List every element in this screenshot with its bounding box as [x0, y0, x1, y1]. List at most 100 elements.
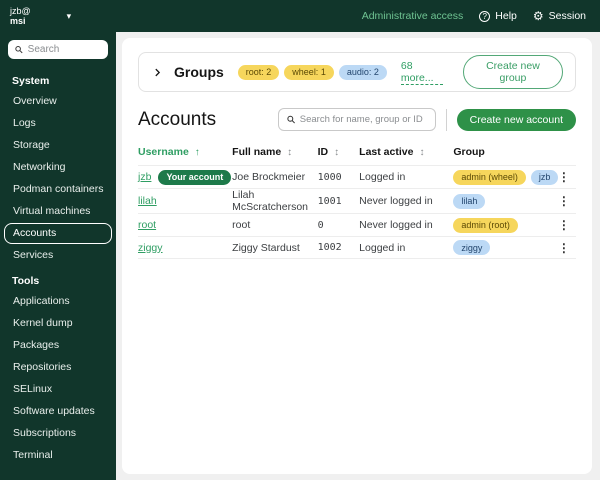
id-cell: 1001	[317, 195, 342, 207]
sort-icon: ↕	[419, 146, 425, 158]
gear-icon: ⚙	[532, 9, 544, 23]
masthead-actions: Administrative access ? Help ⚙ Session	[362, 10, 600, 22]
accounts-toolbar: Accounts Create new account	[138, 108, 576, 131]
group-badge-wheel-1: wheel: 1	[284, 64, 334, 80]
groups-expand-button[interactable]	[151, 65, 164, 80]
accounts-table-header: Username ↑ Full name ↕ ID ↕ Last active …	[138, 141, 576, 165]
column-label: Full name	[232, 146, 282, 158]
masthead: jzb@ msi ▾ Administrative access ? Help …	[0, 0, 600, 32]
column-header-full-name[interactable]: Full name ↕	[232, 146, 317, 158]
session-label: Session	[548, 10, 586, 22]
table-row-root: root root 0 Never logged in admin (root) ⋮	[138, 213, 576, 236]
sidebar-item-accounts[interactable]: Accounts	[4, 223, 112, 244]
username-link-lilah[interactable]: lilah	[138, 195, 157, 207]
sort-icon: ↕	[287, 146, 293, 158]
column-header-id[interactable]: ID ↕	[318, 146, 360, 158]
username-cell: ziggy	[138, 242, 232, 254]
sidebar-item-podman-containers[interactable]: Podman containers	[4, 179, 112, 200]
group-badge-root-2: root: 2	[237, 64, 280, 80]
help-label: Help	[495, 10, 517, 22]
accounts-table: Username ↑ Full name ↕ ID ↕ Last active …	[138, 141, 576, 259]
sidebar-item-services[interactable]: Services	[4, 245, 112, 266]
last-active-cell: Never logged in	[359, 219, 433, 231]
column-header-group: Group	[453, 146, 552, 158]
sidebar-item-overview[interactable]: Overview	[4, 91, 112, 112]
full-name-cell: Lilah McScratcherson	[232, 189, 309, 213]
page-title: Accounts	[138, 108, 217, 130]
toolbar-divider	[445, 108, 447, 131]
last-active-cell: Never logged in	[359, 195, 433, 207]
group-badge-admin-root-: admin (root)	[453, 217, 518, 233]
sidebar-item-packages[interactable]: Packages	[4, 335, 112, 356]
sidebar-item-subscriptions[interactable]: Subscriptions	[4, 423, 112, 444]
your-account-badge: Your account	[158, 169, 232, 185]
group-cell: lilah	[453, 193, 552, 209]
last-active-cell: Logged in	[359, 171, 406, 183]
username-cell: lilah	[138, 195, 232, 207]
groups-badges: root: 2 wheel: 1 audio: 2	[237, 64, 387, 80]
user-name: jzb@	[10, 5, 31, 16]
username-link-jzb[interactable]: jzb	[138, 171, 151, 183]
accounts-search[interactable]	[277, 108, 436, 131]
last-active-cell: Logged in	[359, 241, 406, 254]
group-cell: admin (root)	[453, 217, 552, 233]
kebab-menu-button[interactable]: ⋮	[552, 171, 576, 183]
username-link-root[interactable]: root	[138, 219, 156, 231]
sidebar-item-storage[interactable]: Storage	[4, 135, 112, 156]
group-cell: ziggy	[453, 240, 552, 255]
username-cell: root	[138, 219, 232, 231]
search-icon	[15, 45, 23, 54]
sidebar-section-heading-system: System	[12, 75, 50, 87]
accounts-table-body: jzb Your account Joe Brockmeier 1000 Logged …	[138, 165, 576, 259]
column-header-username[interactable]: Username ↑	[138, 146, 232, 158]
sidebar-item-virtual-machines[interactable]: Virtual machines	[4, 201, 112, 222]
help-icon: ?	[479, 10, 491, 22]
groups-more-link[interactable]: 68 more...	[400, 60, 443, 85]
column-label: ID	[317, 146, 329, 158]
table-row-jzb: jzb Your account Joe Brockmeier 1000 Logged …	[138, 165, 576, 188]
column-label: Last active	[359, 146, 414, 158]
sidebar-search[interactable]	[8, 40, 108, 59]
sidebar-item-repositories[interactable]: Repositories	[4, 357, 112, 378]
create-new-group-button[interactable]: Create new group	[462, 55, 563, 89]
chevron-down-icon: ▾	[66, 10, 72, 21]
create-new-account-button[interactable]: Create new account	[456, 108, 576, 131]
current-user-label: jzb@ msi	[10, 6, 31, 27]
full-name-cell: root	[232, 219, 251, 231]
sidebar-item-terminal[interactable]: Terminal	[4, 445, 112, 466]
column-label: Group	[453, 146, 485, 158]
group-badge-lilah: lilah	[453, 193, 486, 209]
sidebar-item-logs[interactable]: Logs	[4, 113, 112, 134]
sidebar-item-selinux[interactable]: SELinux	[4, 379, 112, 400]
column-header-last-active[interactable]: Last active ↕	[359, 146, 453, 158]
username-link-ziggy[interactable]: ziggy	[138, 242, 163, 254]
group-cell: admin (wheel) jzb	[453, 169, 559, 185]
id-cell: 1002	[317, 242, 342, 253]
group-badge-audio-2: audio: 2	[338, 64, 387, 80]
administrative-access-button[interactable]: Administrative access	[362, 10, 464, 22]
session-menu[interactable]: ⚙ Session	[533, 10, 586, 22]
search-icon	[286, 115, 295, 124]
full-name-cell: Joe Brockmeier	[232, 171, 306, 183]
user-menu[interactable]: jzb@ msi ▾	[0, 6, 71, 27]
kebab-menu-button[interactable]: ⋮	[552, 242, 576, 254]
id-cell: 1000	[317, 171, 342, 183]
username-cell: jzb Your account	[138, 169, 232, 185]
column-label: Username	[138, 146, 189, 158]
sidebar-item-networking[interactable]: Networking	[4, 157, 112, 178]
host-name: msi	[10, 16, 26, 26]
sort-icon: ↕	[334, 146, 340, 158]
kebab-menu-button[interactable]: ⋮	[552, 219, 576, 231]
id-cell: 0	[317, 219, 324, 231]
table-row-lilah: lilah Lilah McScratcherson 1001 Never logge…	[138, 188, 576, 213]
kebab-menu-button[interactable]: ⋮	[552, 195, 576, 207]
sidebar-search-input[interactable]	[27, 44, 101, 55]
accounts-search-input[interactable]	[299, 114, 427, 125]
sidebar-item-software-updates[interactable]: Software updates	[4, 401, 112, 422]
help-menu[interactable]: ? Help	[479, 10, 517, 22]
full-name-cell: Ziggy Stardust	[232, 241, 300, 254]
sidebar: System OverviewLogsStorageNetworkingPodma…	[0, 32, 116, 480]
main-content: Groups root: 2 wheel: 1 audio: 2 68 more..…	[122, 38, 592, 474]
sidebar-item-applications[interactable]: Applications	[4, 291, 112, 312]
sidebar-item-kernel-dump[interactable]: Kernel dump	[4, 313, 112, 334]
